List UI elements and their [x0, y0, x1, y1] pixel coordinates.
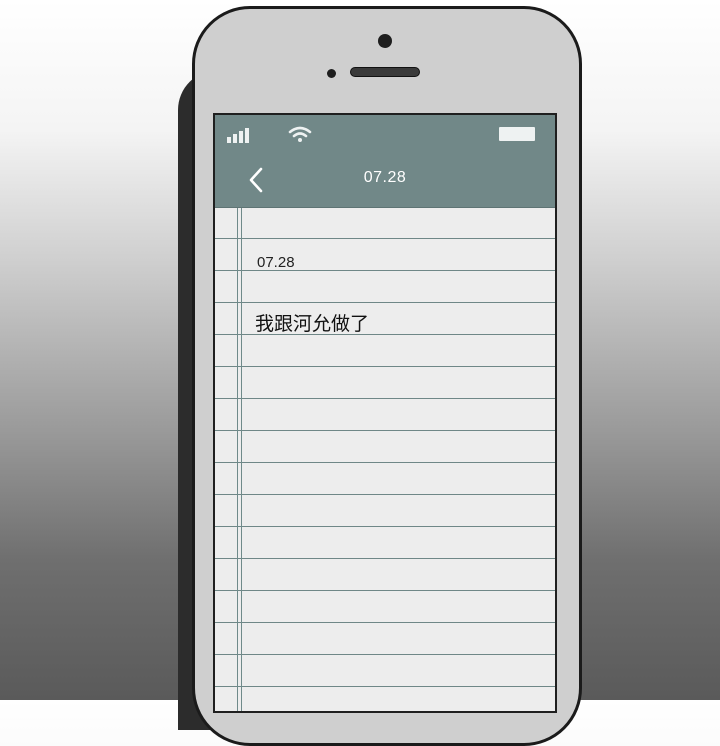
earpiece-speaker: [350, 67, 420, 77]
phone-screen: 07.28 07.28 我跟河允做了: [213, 113, 557, 713]
signal-bars-icon: [227, 128, 249, 143]
margin-line: [237, 208, 238, 711]
nav-title: 07.28: [363, 169, 407, 186]
note-paper[interactable]: [215, 208, 555, 711]
note-body-text[interactable]: 我跟河允做了: [255, 309, 369, 336]
nav-bar: 07.28: [215, 153, 555, 208]
battery-icon: [499, 127, 535, 141]
note-date: 07.28: [257, 254, 295, 271]
proximity-sensor: [327, 69, 336, 78]
wifi-icon: [288, 126, 312, 142]
status-bar: [215, 115, 555, 153]
margin-line: [241, 208, 242, 711]
front-camera: [378, 34, 392, 48]
